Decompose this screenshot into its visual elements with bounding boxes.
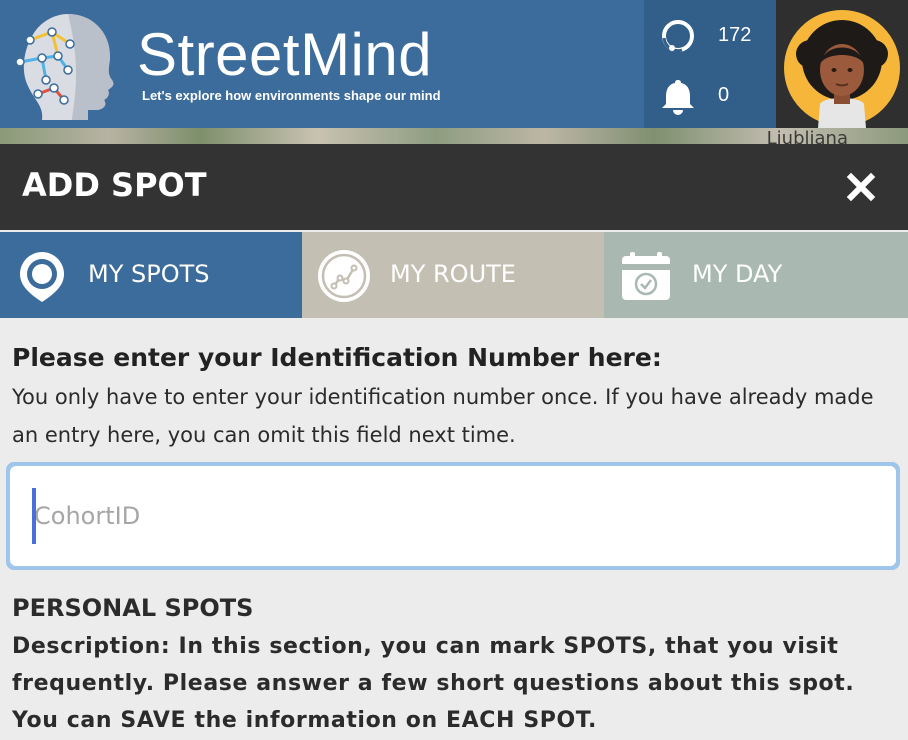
route-icon bbox=[318, 250, 370, 302]
cohort-id-input[interactable] bbox=[10, 466, 896, 566]
personal-spots-section: PERSONAL SPOTS Description: In this sect… bbox=[12, 590, 898, 739]
brain-head-logo-icon bbox=[15, 14, 114, 120]
notification-count: 0 bbox=[718, 84, 730, 106]
brand-name: StreetMind bbox=[137, 21, 433, 88]
dialog-titlebar: ADD SPOT bbox=[0, 144, 908, 230]
tab-label: MY DAY bbox=[692, 260, 783, 288]
avatar-container[interactable] bbox=[776, 0, 908, 130]
stats-panel: 172 0 bbox=[644, 0, 776, 130]
text-caret bbox=[32, 488, 36, 544]
cohort-id-field-wrapper bbox=[6, 462, 900, 570]
map-city-label: Ljubljana bbox=[766, 128, 848, 144]
points-stat[interactable]: 172 bbox=[644, 16, 776, 56]
brand-tagline: Let's explore how environments shape our… bbox=[142, 88, 441, 103]
bell-icon bbox=[662, 80, 694, 115]
tab-my-day[interactable]: MY DAY bbox=[604, 232, 908, 318]
points-ring-icon bbox=[662, 20, 694, 53]
identification-section: Please enter your Identification Number … bbox=[12, 340, 892, 454]
identification-hint: You only have to enter your identificati… bbox=[12, 385, 874, 447]
tab-bar: MY SPOTS MY ROUTE MY DAY bbox=[0, 232, 908, 318]
tab-my-spots[interactable]: MY SPOTS bbox=[0, 232, 302, 318]
close-icon bbox=[846, 172, 876, 202]
personal-spots-heading: PERSONAL SPOTS bbox=[12, 594, 254, 622]
app-header: StreetMind Let's explore how environment… bbox=[0, 0, 908, 132]
avatar bbox=[784, 10, 900, 128]
identification-heading: Please enter your Identification Number … bbox=[12, 343, 662, 372]
calendar-icon bbox=[622, 252, 670, 300]
tab-label: MY SPOTS bbox=[88, 260, 210, 288]
dialog-title: ADD SPOT bbox=[22, 166, 207, 204]
tab-label: MY ROUTE bbox=[390, 260, 516, 288]
tab-my-route[interactable]: MY ROUTE bbox=[302, 232, 604, 318]
location-pin-icon bbox=[20, 252, 64, 302]
notifications-stat[interactable]: 0 bbox=[644, 76, 776, 116]
personal-spots-description: Description: In this section, you can ma… bbox=[12, 634, 855, 733]
close-button[interactable] bbox=[838, 164, 884, 210]
points-count: 172 bbox=[718, 24, 752, 46]
